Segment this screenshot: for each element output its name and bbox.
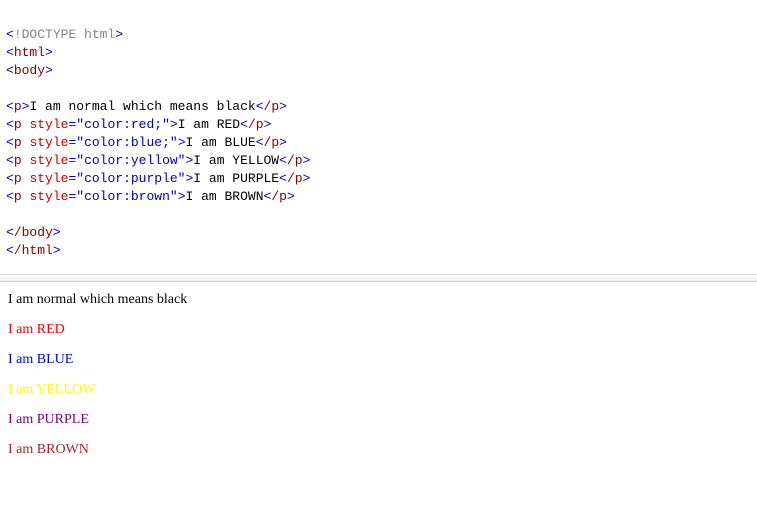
code-line: </body> <box>6 225 61 240</box>
code-line: <p style="color:blue;">I am BLUE</p> <box>6 135 287 150</box>
code-line: </html> <box>6 243 61 258</box>
code-line: <html> <box>6 45 53 60</box>
output-paragraph-red: I am RED <box>8 322 749 338</box>
output-paragraph-normal: I am normal which means black <box>8 292 749 308</box>
code-line: <p style="color:red;">I am RED</p> <box>6 117 271 132</box>
output-pane: I am normal which means black I am RED I… <box>0 282 757 482</box>
output-paragraph-brown: I am BROWN <box>8 442 749 458</box>
output-paragraph-purple: I am PURPLE <box>8 412 749 428</box>
code-pane: <!DOCTYPE html> <html> <body> <p>I am no… <box>0 0 757 275</box>
code-line: <p style="color:purple">I am PURPLE</p> <box>6 171 310 186</box>
code-line: <body> <box>6 63 53 78</box>
code-line: <p>I am normal which means black</p> <box>6 99 287 114</box>
output-paragraph-blue: I am BLUE <box>8 352 749 368</box>
pane-divider <box>0 275 757 282</box>
code-line: <!DOCTYPE html> <box>6 27 123 42</box>
code-line: <p style="color:brown">I am BROWN</p> <box>6 189 295 204</box>
output-paragraph-yellow: I am YELLOW <box>8 382 749 398</box>
code-line: <p style="color:yellow">I am YELLOW</p> <box>6 153 310 168</box>
